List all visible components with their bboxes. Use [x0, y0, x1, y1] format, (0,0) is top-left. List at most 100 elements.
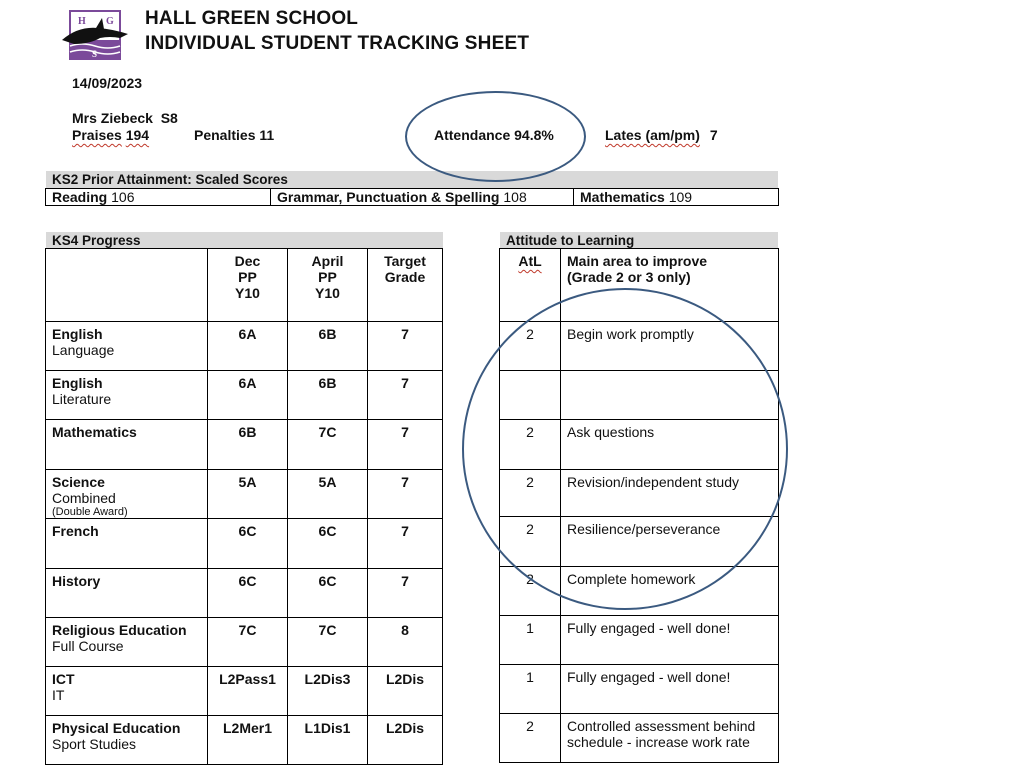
atl-score: 2 — [499, 713, 561, 763]
atl-row: 1 Fully engaged - well done! — [499, 664, 779, 714]
atl-improve: Controlled assessment behind schedule - … — [560, 713, 779, 763]
ks4-row: Religious Education Full Course 7C 7C 8 — [45, 617, 443, 667]
grade-dec: 7C — [207, 617, 288, 667]
school-name: HALL GREEN SCHOOL — [145, 8, 359, 29]
grade-target: 7 — [367, 419, 443, 470]
subject-name: English — [52, 326, 103, 342]
logo-letter-h: H — [78, 16, 86, 27]
ks2-table: Reading 106 Grammar, Punctuation & Spell… — [45, 188, 779, 206]
grade-target: 7 — [367, 321, 443, 371]
report-date: 14/09/2023 — [72, 75, 143, 91]
atl-score: 2 — [499, 419, 561, 470]
grade-april: 6C — [287, 568, 368, 618]
subject-name: Physical Education — [52, 720, 181, 736]
atl-score: 2 — [499, 469, 561, 517]
sheet-title: INDIVIDUAL STUDENT TRACKING SHEET — [145, 33, 530, 54]
subject-subtitle: Literature — [52, 391, 112, 407]
col-atl-label: AtL — [518, 253, 542, 269]
ks4-row: English Language 6A 6B 7 — [45, 321, 443, 371]
subject-cell: Science Combined (Double Award) — [45, 469, 208, 519]
grade-target: 8 — [367, 617, 443, 667]
subject-subtitle: Sport Studies — [52, 736, 137, 752]
ks4-row: French 6C 6C 7 — [45, 518, 443, 569]
atl-score: 1 — [499, 664, 561, 714]
logo-letter-g: G — [106, 16, 114, 27]
subject-name: Religious Education — [52, 622, 187, 638]
subject-name: ICT — [52, 671, 75, 687]
penalties-value: 11 — [259, 127, 275, 143]
subject-subtitle: Combined — [52, 490, 116, 506]
praises-label: Praises — [72, 127, 122, 143]
grade-target: 7 — [367, 370, 443, 420]
atl-score: 2 — [499, 566, 561, 616]
penalties: Penalties 11 — [194, 127, 274, 143]
atl-row: 2 Complete homework — [499, 566, 779, 616]
subject-name: Science — [52, 474, 105, 490]
grade-dec: 5A — [207, 469, 288, 519]
atl-row: 2 Begin work promptly — [499, 321, 779, 371]
ks2-gps-value: 108 — [503, 188, 527, 205]
subject-cell: English Literature — [45, 370, 208, 420]
grade-april: 7C — [287, 419, 368, 470]
grade-target: 7 — [367, 568, 443, 618]
atl-score: 2 — [499, 321, 561, 371]
ks4-row: Mathematics 6B 7C 7 — [45, 419, 443, 470]
lates-label: Lates (am/pm) — [605, 127, 700, 143]
atl-improve: Revision/independent study — [560, 469, 779, 517]
grade-dec: L2Pass1 — [207, 666, 288, 716]
ks2-reading-value: 106 — [111, 188, 135, 205]
grade-april: 7C — [287, 617, 368, 667]
subject-cell: French — [45, 518, 208, 569]
col-april: April PP Y10 — [287, 248, 368, 322]
atl-improve: Begin work promptly — [560, 321, 779, 371]
subject-name: French — [52, 523, 99, 539]
subject-note: (Double Award) — [52, 506, 128, 518]
atl-improve: Fully engaged - well done! — [560, 664, 779, 714]
atl-row: 2 Resilience/perseverance — [499, 516, 779, 567]
atl-header: Attitude to Learning — [500, 232, 778, 249]
ks2-maths: Mathematics 109 — [573, 188, 779, 206]
subject-cell: ICT IT — [45, 666, 208, 716]
atl-row: 2 Ask questions — [499, 419, 779, 470]
subject-name: Mathematics — [52, 424, 137, 440]
lates: Lates (am/pm) 7 — [605, 127, 718, 143]
atl-improve — [560, 370, 779, 420]
grade-dec: L2Mer1 — [207, 715, 288, 765]
ks4-header: KS4 Progress — [46, 232, 443, 249]
ks4-header-blank — [45, 248, 208, 322]
ks2-reading: Reading 106 — [45, 188, 271, 206]
grade-target: L2Dis — [367, 715, 443, 765]
atl-table: AtL Main area to improve (Grade 2 or 3 o… — [499, 248, 779, 763]
atl-improve: Fully engaged - well done! — [560, 615, 779, 665]
subject-cell: Religious Education Full Course — [45, 617, 208, 667]
ks4-table: Dec PP Y10 April PP Y10 Target Grade Eng… — [45, 248, 443, 765]
ks2-header: KS2 Prior Attainment: Scaled Scores — [46, 171, 778, 188]
lates-value: 7 — [709, 127, 718, 143]
grade-april: 5A — [287, 469, 368, 519]
atl-score: 2 — [499, 516, 561, 567]
ks2-gps: Grammar, Punctuation & Spelling 108 — [270, 188, 574, 206]
atl-row — [499, 370, 779, 420]
ks4-row: History 6C 6C 7 — [45, 568, 443, 618]
grade-target: 7 — [367, 469, 443, 519]
subject-name: English — [52, 375, 103, 391]
grade-dec: 6A — [207, 321, 288, 371]
ks4-row: ICT IT L2Pass1 L2Dis3 L2Dis — [45, 666, 443, 716]
atl-improve: Ask questions — [560, 419, 779, 470]
grade-dec: 6A — [207, 370, 288, 420]
penalties-label: Penalties — [194, 127, 256, 143]
atl-score — [499, 370, 561, 420]
atl-row: 2 Revision/independent study — [499, 469, 779, 517]
grade-april: 6B — [287, 370, 368, 420]
attendance: Attendance 94.8% — [434, 127, 554, 143]
atl-improve: Resilience/perseverance — [560, 516, 779, 567]
col-improve: Main area to improve (Grade 2 or 3 only) — [560, 248, 779, 322]
ks2-maths-label: Mathematics — [580, 188, 665, 205]
grade-april: L1Dis1 — [287, 715, 368, 765]
subject-subtitle: IT — [52, 687, 65, 703]
col-atl: AtL — [499, 248, 561, 322]
ks4-row: Physical Education Sport Studies L2Mer1 L1D… — [45, 715, 443, 765]
atl-improve: Complete homework — [560, 566, 779, 616]
subject-subtitle: Language — [52, 342, 115, 358]
ks4-row: Science Combined (Double Award) 5A 5A 7 — [45, 469, 443, 519]
